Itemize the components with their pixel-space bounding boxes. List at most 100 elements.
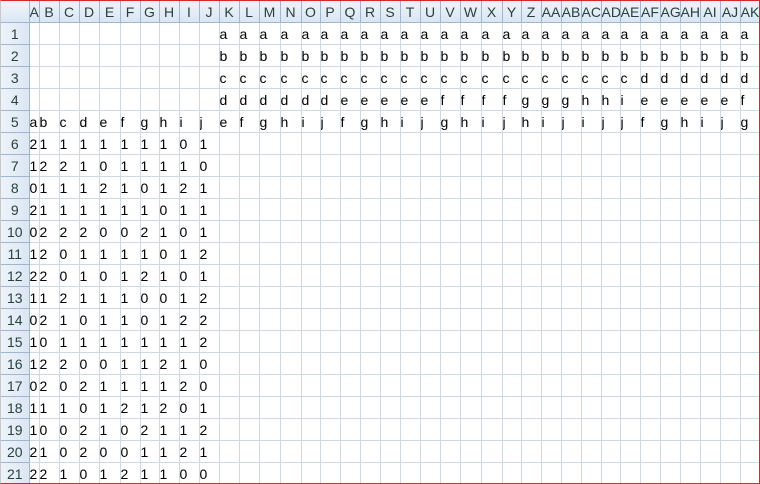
- cell-ad6[interactable]: [600, 132, 621, 155]
- cell-aj21[interactable]: [719, 462, 741, 483]
- cell-x5[interactable]: i: [480, 110, 503, 133]
- cell-x21[interactable]: [480, 462, 503, 483]
- cell-b7[interactable]: 2: [38, 154, 60, 177]
- cell-i6[interactable]: 0: [178, 132, 200, 155]
- cell-ad18[interactable]: [600, 396, 621, 419]
- cell-t21[interactable]: [399, 462, 421, 483]
- cell-ad16[interactable]: [600, 352, 621, 375]
- cell-z8[interactable]: [520, 176, 542, 199]
- cell-u14[interactable]: [419, 308, 441, 331]
- cell-s21[interactable]: [379, 462, 401, 483]
- cell-ab21[interactable]: [560, 462, 582, 483]
- cell-u3[interactable]: c: [419, 66, 441, 89]
- cell-ae13[interactable]: [619, 286, 641, 309]
- cell-ad8[interactable]: [600, 176, 621, 199]
- cell-j3[interactable]: [198, 66, 220, 89]
- cell-v6[interactable]: [439, 132, 461, 155]
- cell-ac15[interactable]: [580, 330, 602, 353]
- cell-ae8[interactable]: [619, 176, 641, 199]
- cell-n18[interactable]: [279, 396, 302, 419]
- cell-h1[interactable]: [158, 22, 180, 45]
- cell-a14[interactable]: 0: [28, 308, 40, 331]
- cell-ae5[interactable]: j: [619, 110, 641, 133]
- cell-ac14[interactable]: [580, 308, 602, 331]
- cell-ac9[interactable]: [580, 198, 602, 221]
- cell-aa4[interactable]: g: [540, 88, 562, 111]
- cell-g8[interactable]: 0: [139, 176, 160, 199]
- cell-m14[interactable]: [258, 308, 281, 331]
- cell-y21[interactable]: [501, 462, 522, 483]
- cell-r4[interactable]: e: [359, 88, 381, 111]
- cell-j5[interactable]: j: [198, 110, 220, 133]
- cell-e14[interactable]: 1: [98, 308, 121, 331]
- cell-p7[interactable]: [319, 154, 341, 177]
- cell-a8[interactable]: 0: [28, 176, 40, 199]
- cell-ak6[interactable]: [739, 132, 759, 155]
- cell-ah3[interactable]: d: [679, 66, 701, 89]
- cell-ag5[interactable]: g: [659, 110, 681, 133]
- cell-x12[interactable]: [480, 264, 503, 287]
- column-header-aj[interactable]: AJ: [719, 1, 741, 23]
- row-header-6[interactable]: 6: [1, 132, 30, 155]
- cell-k21[interactable]: [218, 462, 240, 483]
- cell-x4[interactable]: f: [480, 88, 503, 111]
- cell-ac6[interactable]: [580, 132, 602, 155]
- column-header-t[interactable]: T: [399, 1, 421, 23]
- column-header-i[interactable]: I: [178, 1, 200, 23]
- cell-ak10[interactable]: [739, 220, 759, 243]
- cell-aa11[interactable]: [540, 242, 562, 265]
- cell-z10[interactable]: [520, 220, 542, 243]
- cell-x2[interactable]: b: [480, 44, 503, 67]
- cell-s12[interactable]: [379, 264, 401, 287]
- cell-t12[interactable]: [399, 264, 421, 287]
- cell-f3[interactable]: [119, 66, 141, 89]
- cell-q14[interactable]: [339, 308, 361, 331]
- cell-ah15[interactable]: [679, 330, 701, 353]
- cell-m1[interactable]: a: [258, 22, 281, 45]
- cell-m15[interactable]: [258, 330, 281, 353]
- column-header-v[interactable]: V: [439, 1, 461, 23]
- cell-e16[interactable]: 0: [98, 352, 121, 375]
- cell-i19[interactable]: 1: [178, 418, 200, 441]
- column-header-h[interactable]: H: [158, 1, 180, 23]
- cell-aa10[interactable]: [540, 220, 562, 243]
- cell-z7[interactable]: [520, 154, 542, 177]
- cell-af2[interactable]: b: [639, 44, 661, 67]
- cell-t13[interactable]: [399, 286, 421, 309]
- cell-ag1[interactable]: a: [659, 22, 681, 45]
- cell-aj9[interactable]: [719, 198, 741, 221]
- cell-p2[interactable]: b: [319, 44, 341, 67]
- cell-k12[interactable]: [218, 264, 240, 287]
- cell-v7[interactable]: [439, 154, 461, 177]
- cell-y14[interactable]: [501, 308, 522, 331]
- cell-ae9[interactable]: [619, 198, 641, 221]
- cell-j2[interactable]: [198, 44, 220, 67]
- column-header-g[interactable]: G: [139, 1, 160, 23]
- cell-p12[interactable]: [319, 264, 341, 287]
- cell-u13[interactable]: [419, 286, 441, 309]
- cell-m8[interactable]: [258, 176, 281, 199]
- cell-v14[interactable]: [439, 308, 461, 331]
- cell-af11[interactable]: [639, 242, 661, 265]
- cell-a16[interactable]: 1: [28, 352, 40, 375]
- cell-m13[interactable]: [258, 286, 281, 309]
- cell-q5[interactable]: f: [339, 110, 361, 133]
- cell-a9[interactable]: 2: [28, 198, 40, 221]
- cell-m21[interactable]: [258, 462, 281, 483]
- cell-ah5[interactable]: h: [679, 110, 701, 133]
- cell-ah12[interactable]: [679, 264, 701, 287]
- cell-x3[interactable]: c: [480, 66, 503, 89]
- cell-aa12[interactable]: [540, 264, 562, 287]
- cell-ad13[interactable]: [600, 286, 621, 309]
- cell-ah6[interactable]: [679, 132, 701, 155]
- cell-k17[interactable]: [218, 374, 240, 397]
- cell-z9[interactable]: [520, 198, 542, 221]
- cell-af12[interactable]: [639, 264, 661, 287]
- cell-ak17[interactable]: [739, 374, 759, 397]
- cell-c9[interactable]: 1: [58, 198, 80, 221]
- cell-v19[interactable]: [439, 418, 461, 441]
- cell-o16[interactable]: [300, 352, 321, 375]
- cell-j12[interactable]: 1: [198, 264, 220, 287]
- cell-aa21[interactable]: [540, 462, 562, 483]
- cell-a11[interactable]: 1: [28, 242, 40, 265]
